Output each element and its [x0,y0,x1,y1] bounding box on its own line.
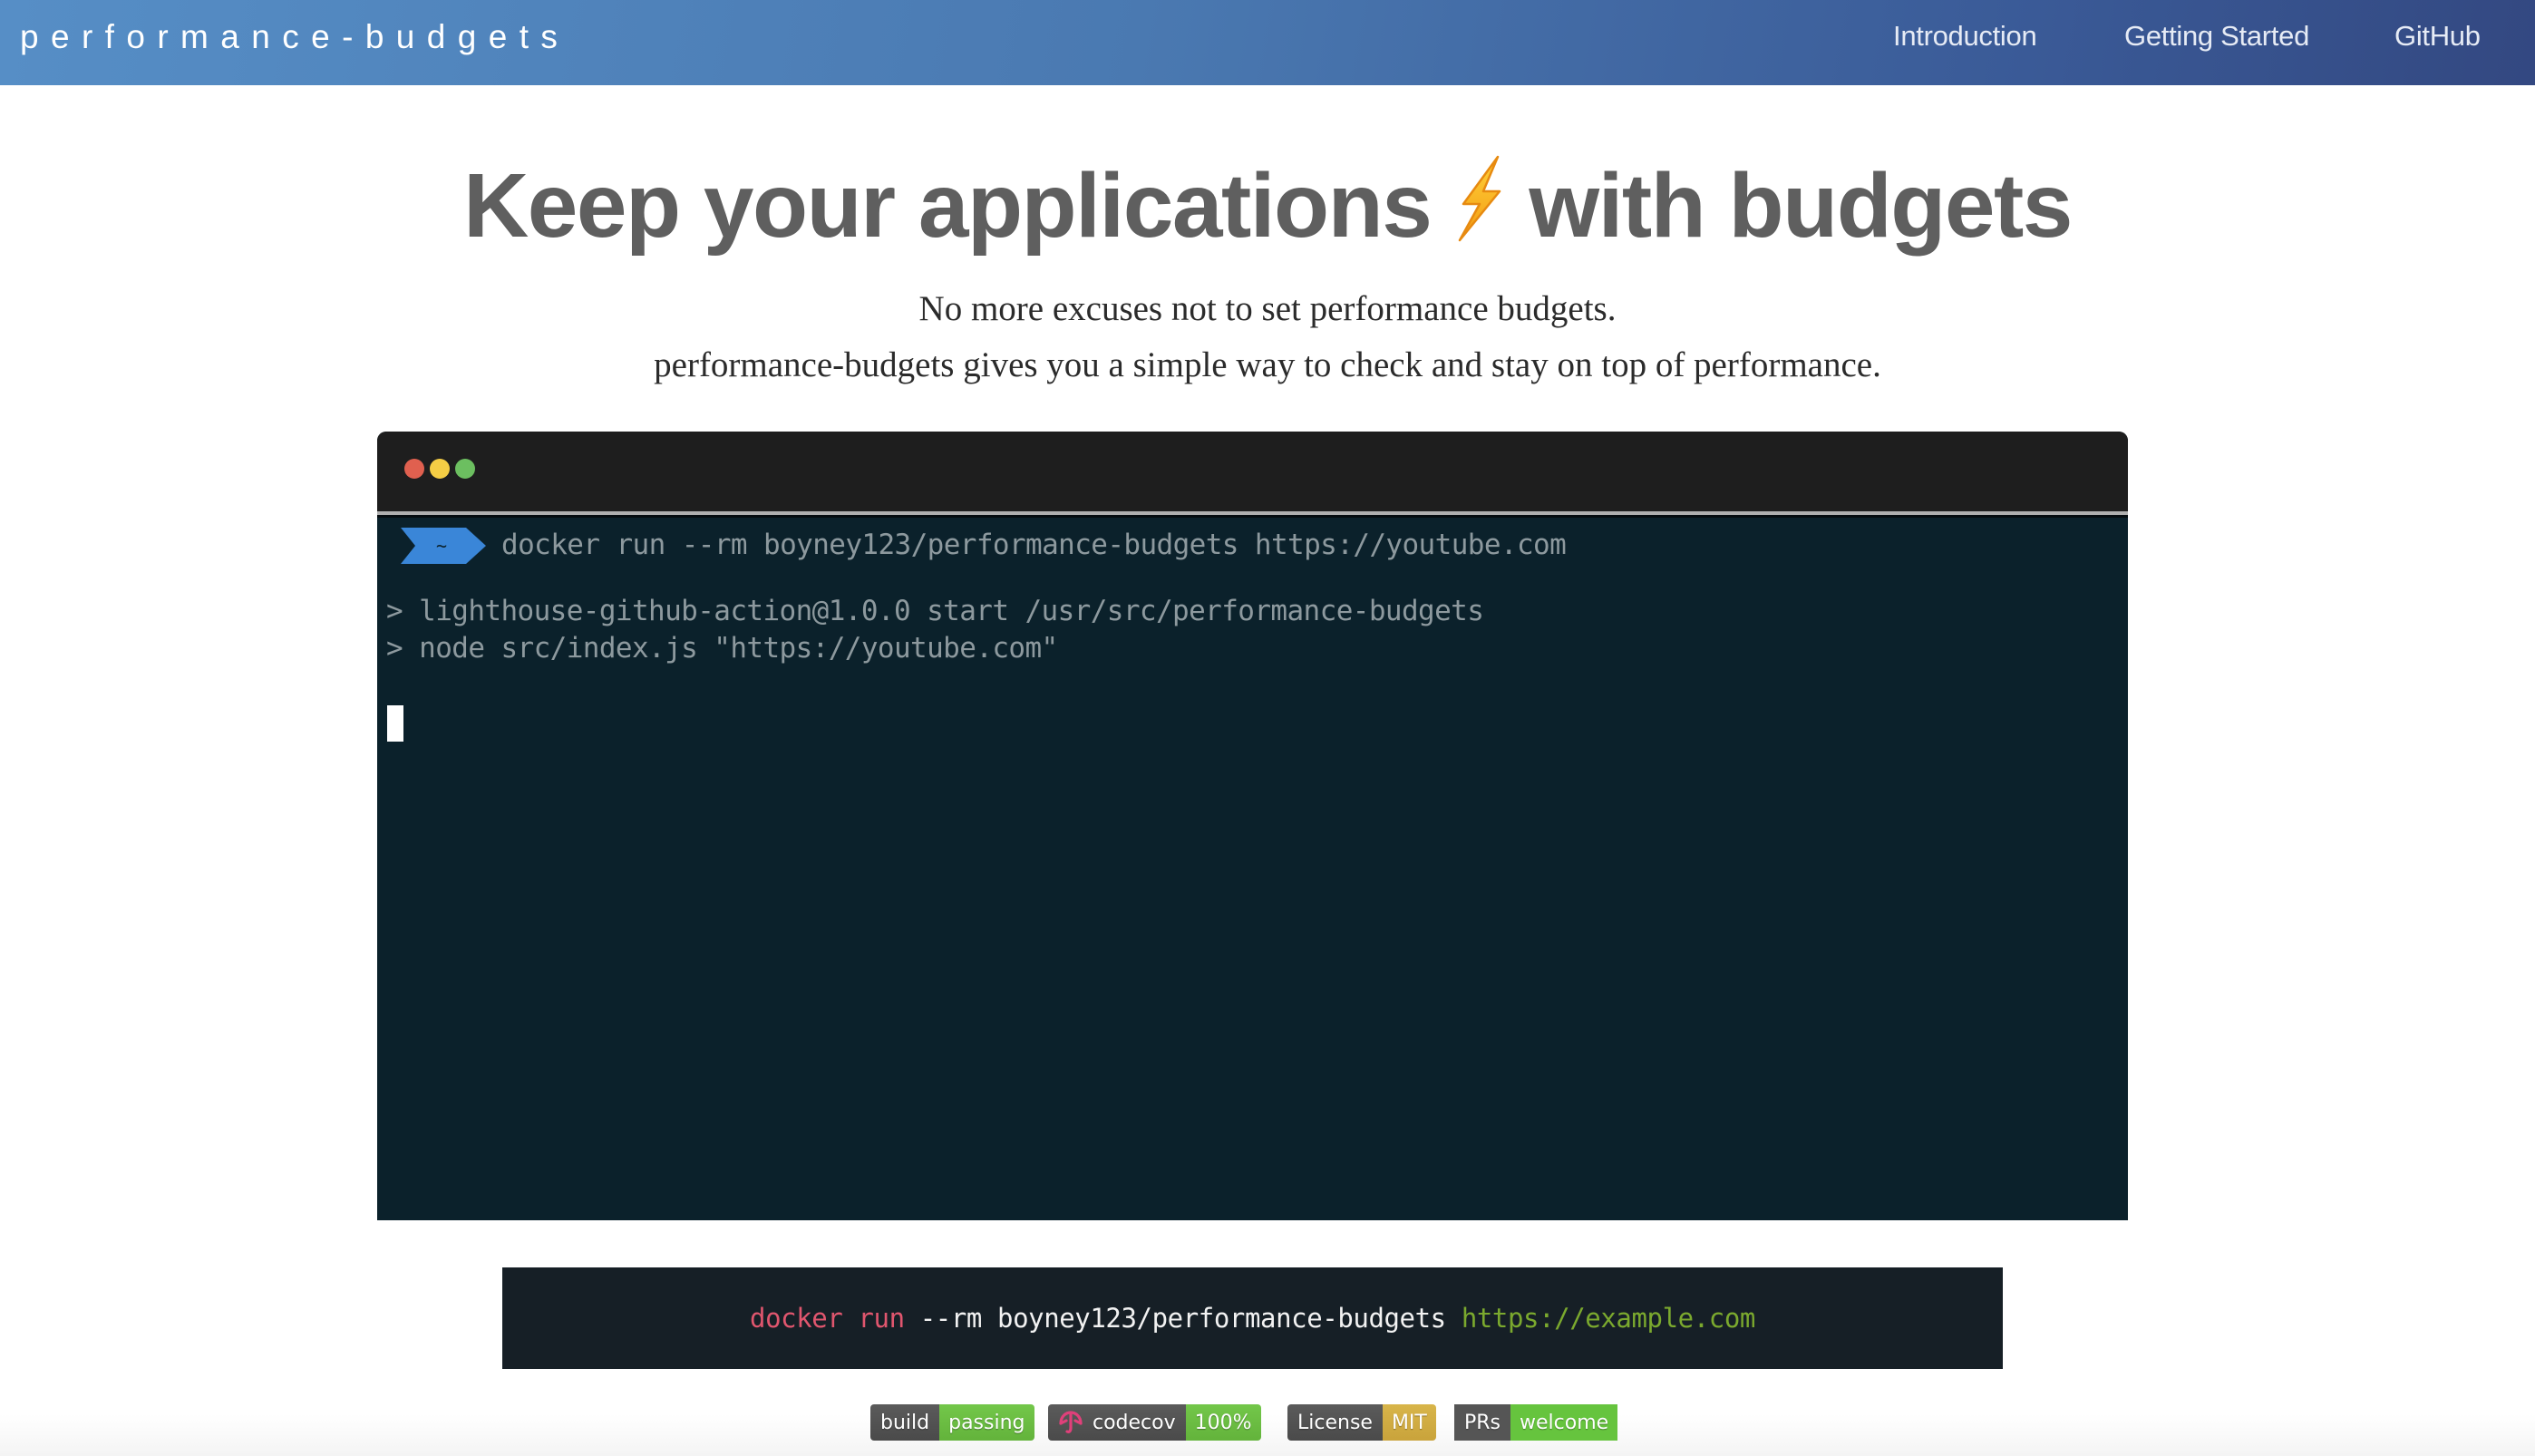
prompt-tilde: ~ [436,535,447,557]
code-args: --rm boyney123/performance-budgets [904,1303,1462,1334]
build-status-badge[interactable]: build passing [870,1404,1034,1441]
brand-logo-link[interactable]: performance-budgets [20,18,569,56]
code-url: https://example.com [1461,1303,1756,1334]
badge-row: build passing codecov 100% License MIT P… [0,1404,2535,1442]
badge-value: welcome [1510,1404,1618,1441]
close-window-dot-icon [404,459,424,479]
nav-getting-started[interactable]: Getting Started [2124,20,2309,53]
codecov-umbrella-icon [1059,1411,1083,1433]
minimize-window-dot-icon [430,459,450,479]
badge-label-wrap: codecov [1048,1404,1186,1441]
badge-label: codecov [1093,1411,1176,1434]
terminal-output-line: > node src/index.js "https://youtube.com… [386,632,1058,665]
terminal-divider-shadow [377,515,2128,518]
codecov-badge[interactable]: codecov 100% [1048,1404,1261,1441]
terminal-output-line: > lighthouse-github-action@1.0.0 start /… [386,595,1484,627]
hero-title: Keep your applications with budgets [0,154,2535,258]
badge-label: build [870,1404,940,1441]
badge-label: PRs [1454,1404,1511,1441]
hero-title-after: with budgets [1529,155,2073,257]
hero-subtitle-line-1: No more excuses not to set performance b… [918,289,1617,328]
terminal-command-line: docker run --rm boyney123/performance-bu… [501,529,1567,561]
nav-introduction[interactable]: Introduction [1893,20,2037,53]
lightning-bolt-icon [1459,155,1501,242]
install-command-snippet[interactable]: docker run --rm boyney123/performance-bu… [502,1267,2003,1369]
top-navbar: performance-budgets Introduction Getting… [0,0,2535,85]
badge-value: passing [939,1404,1034,1441]
terminal-demo-window: ~ docker run --rm boyney123/performance-… [377,432,2128,1220]
maximize-window-dot-icon [455,459,475,479]
hero-subtitle-line-2: performance-budgets gives you a simple w… [654,345,1881,384]
terminal-titlebar [377,432,2128,511]
badge-value: MIT [1382,1404,1436,1441]
terminal-cursor [387,705,403,742]
nav-github[interactable]: GitHub [2394,20,2481,53]
code-keyword: docker run [750,1303,905,1334]
badge-label: License [1287,1404,1383,1441]
shell-prompt-arrow-icon: ~ [401,528,486,564]
license-badge[interactable]: License MIT [1287,1404,1436,1441]
hero-title-before: Keep your applications [463,155,1433,257]
prs-welcome-badge[interactable]: PRs welcome [1454,1404,1618,1441]
badge-value: 100% [1185,1404,1261,1441]
